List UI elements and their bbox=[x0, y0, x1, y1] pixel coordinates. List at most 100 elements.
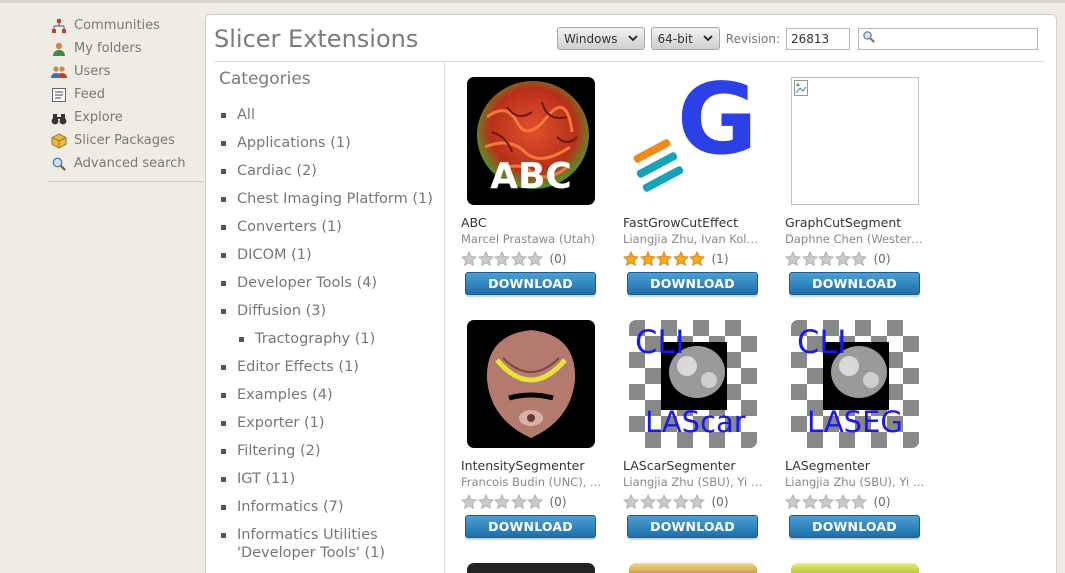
nav-communities[interactable]: Communities bbox=[48, 14, 204, 37]
category-igt[interactable]: IGT (11) bbox=[219, 465, 441, 493]
binoculars-icon bbox=[51, 110, 67, 126]
extension-author: Liangjia Zhu (SBU), Yi Gao bbox=[785, 475, 927, 489]
star-rating[interactable] bbox=[785, 251, 868, 266]
star-icon[interactable] bbox=[527, 494, 543, 509]
star-rating[interactable] bbox=[623, 251, 706, 266]
star-icon[interactable] bbox=[656, 251, 672, 266]
search-box[interactable] bbox=[858, 27, 1038, 50]
star-icon[interactable] bbox=[801, 251, 818, 266]
category-chest-imaging-platform[interactable]: Chest Imaging Platform (1) bbox=[219, 185, 441, 213]
category-editor-effects[interactable]: Editor Effects (1) bbox=[219, 353, 441, 381]
category-cardiac[interactable]: Cardiac (2) bbox=[219, 157, 441, 185]
star-icon[interactable] bbox=[851, 251, 867, 266]
extension-card: GraphCutSegment Daphne Chen (Western Uni… bbox=[785, 77, 935, 295]
category-informatics-utilities[interactable]: Informatics Utilities 'Developer Tools' … bbox=[219, 521, 441, 567]
page-title: Slicer Extensions bbox=[214, 25, 419, 53]
extension-author: Marcel Prastawa (Utah) bbox=[461, 232, 596, 246]
star-rating[interactable] bbox=[461, 251, 544, 266]
star-icon[interactable] bbox=[461, 494, 477, 509]
star-icon[interactable] bbox=[834, 494, 851, 509]
extension-thumbnail-partial[interactable] bbox=[629, 563, 757, 573]
extension-thumbnail[interactable]: CLI LAScar bbox=[629, 320, 757, 448]
star-icon[interactable] bbox=[834, 251, 851, 266]
nav-explore[interactable]: Explore bbox=[48, 106, 204, 129]
star-icon[interactable] bbox=[510, 251, 527, 266]
nav-feed[interactable]: Feed bbox=[48, 83, 204, 106]
star-icon[interactable] bbox=[639, 251, 656, 266]
extension-card: ABC ABC Marcel Prastawa (Utah) (0) DOWNL… bbox=[461, 77, 611, 295]
category-dicom[interactable]: DICOM (1) bbox=[219, 241, 441, 269]
extension-name[interactable]: FastGrowCutEffect bbox=[623, 215, 773, 230]
star-icon[interactable] bbox=[818, 251, 834, 266]
category-informatics[interactable]: Informatics (7) bbox=[219, 493, 441, 521]
package-icon bbox=[51, 132, 67, 149]
broken-image-placeholder[interactable] bbox=[791, 77, 919, 205]
category-developer-tools[interactable]: Developer Tools (4) bbox=[219, 269, 441, 297]
extension-thumbnail[interactable]: ABC bbox=[467, 77, 595, 205]
star-icon[interactable] bbox=[656, 494, 672, 509]
category-diffusion[interactable]: Diffusion (3) bbox=[219, 297, 441, 325]
category-all[interactable]: All bbox=[219, 101, 441, 129]
extension-name[interactable]: LAScarSegmenter bbox=[623, 458, 773, 473]
star-icon[interactable] bbox=[510, 494, 527, 509]
rating-count: (0) bbox=[873, 494, 891, 509]
extension-rating: (1) bbox=[623, 251, 773, 266]
extensions-panel: Slicer Extensions Windows 64-bit Revisio… bbox=[205, 14, 1057, 573]
category-filtering[interactable]: Filtering (2) bbox=[219, 437, 441, 465]
revision-input[interactable] bbox=[786, 27, 850, 50]
star-icon[interactable] bbox=[477, 494, 494, 509]
extension-thumbnail-partial[interactable] bbox=[791, 563, 919, 573]
nav-advanced-search[interactable]: Advanced search bbox=[48, 152, 204, 175]
nav-divider bbox=[48, 181, 204, 182]
star-icon[interactable] bbox=[527, 251, 543, 266]
extension-name[interactable]: ABC bbox=[461, 215, 611, 230]
star-icon[interactable] bbox=[623, 251, 639, 266]
star-icon[interactable] bbox=[461, 251, 477, 266]
star-icon[interactable] bbox=[801, 494, 818, 509]
star-icon[interactable] bbox=[851, 494, 867, 509]
star-icon[interactable] bbox=[689, 251, 705, 266]
download-button[interactable]: DOWNLOAD bbox=[465, 272, 596, 295]
extension-rating: (0) bbox=[785, 251, 935, 266]
category-converters[interactable]: Converters (1) bbox=[219, 213, 441, 241]
extension-thumbnail[interactable]: CLI LASEG bbox=[791, 320, 919, 448]
nav-users[interactable]: Users bbox=[48, 60, 204, 83]
download-button[interactable]: DOWNLOAD bbox=[627, 515, 758, 538]
extension-name[interactable]: GraphCutSegment bbox=[785, 215, 935, 230]
category-examples[interactable]: Examples (4) bbox=[219, 381, 441, 409]
star-rating[interactable] bbox=[785, 494, 868, 509]
star-rating[interactable] bbox=[623, 494, 706, 509]
star-icon[interactable] bbox=[785, 494, 801, 509]
arch-select-value: 64-bit bbox=[657, 31, 693, 46]
extension-name[interactable]: IntensitySegmenter bbox=[461, 458, 611, 473]
extension-thumbnail[interactable] bbox=[467, 320, 595, 448]
download-button[interactable]: DOWNLOAD bbox=[789, 515, 920, 538]
nav-slicer-packages[interactable]: Slicer Packages bbox=[48, 129, 204, 152]
star-icon[interactable] bbox=[672, 494, 689, 509]
nav-my-folders[interactable]: My folders bbox=[48, 37, 204, 60]
category-exporter[interactable]: Exporter (1) bbox=[219, 409, 441, 437]
extension-rating: (0) bbox=[623, 494, 773, 509]
download-button[interactable]: DOWNLOAD bbox=[465, 515, 596, 538]
extension-name[interactable]: LASegmenter bbox=[785, 458, 935, 473]
star-icon[interactable] bbox=[477, 251, 494, 266]
star-icon[interactable] bbox=[639, 494, 656, 509]
download-button[interactable]: DOWNLOAD bbox=[789, 272, 920, 295]
extension-thumbnail[interactable]: G bbox=[629, 77, 757, 205]
star-rating[interactable] bbox=[461, 494, 544, 509]
star-icon[interactable] bbox=[785, 251, 801, 266]
extension-thumbnail-partial[interactable] bbox=[467, 563, 595, 573]
star-icon[interactable] bbox=[818, 494, 834, 509]
os-select[interactable]: Windows bbox=[556, 27, 645, 50]
search-input[interactable] bbox=[876, 29, 1037, 48]
star-icon[interactable] bbox=[623, 494, 639, 509]
star-icon[interactable] bbox=[672, 251, 689, 266]
star-icon[interactable] bbox=[689, 494, 705, 509]
category-tractography[interactable]: Tractography (1) bbox=[219, 325, 441, 353]
arch-select[interactable]: 64-bit bbox=[650, 27, 720, 50]
star-icon[interactable] bbox=[494, 251, 510, 266]
download-button[interactable]: DOWNLOAD bbox=[627, 272, 758, 295]
category-applications[interactable]: Applications (1) bbox=[219, 129, 441, 157]
star-icon[interactable] bbox=[494, 494, 510, 509]
search-icon bbox=[862, 29, 876, 48]
